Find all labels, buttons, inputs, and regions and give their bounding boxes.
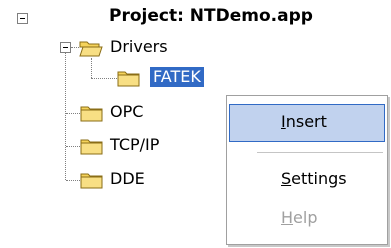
context-menu: Insert Settings Help <box>226 95 388 245</box>
tree-item-opc[interactable]: OPC <box>110 102 143 122</box>
menu-item-settings[interactable]: Settings <box>229 162 385 198</box>
menu-separator <box>257 152 383 153</box>
menu-item-label: Settings <box>281 169 347 188</box>
menu-item-label: Insert <box>281 112 327 131</box>
folder-icon <box>80 103 104 123</box>
menu-item-help[interactable]: Help <box>229 201 385 237</box>
menu-item-label: Help <box>281 208 318 227</box>
folder-icon <box>80 170 104 190</box>
tree-root-label[interactable]: Project: NTDemo.app <box>109 6 313 26</box>
folder-icon <box>117 68 141 88</box>
collapse-icon[interactable] <box>60 42 71 53</box>
menu-item-insert[interactable]: Insert <box>229 104 385 142</box>
folder-icon <box>80 136 104 156</box>
tree-item-tcpip[interactable]: TCP/IP <box>110 135 159 155</box>
tree-item-fatek[interactable]: FATEK <box>150 67 204 87</box>
tree-item-drivers[interactable]: Drivers <box>110 37 168 57</box>
folder-open-icon <box>79 38 103 58</box>
tree-item-dde[interactable]: DDE <box>110 169 145 189</box>
collapse-icon[interactable] <box>17 13 28 24</box>
